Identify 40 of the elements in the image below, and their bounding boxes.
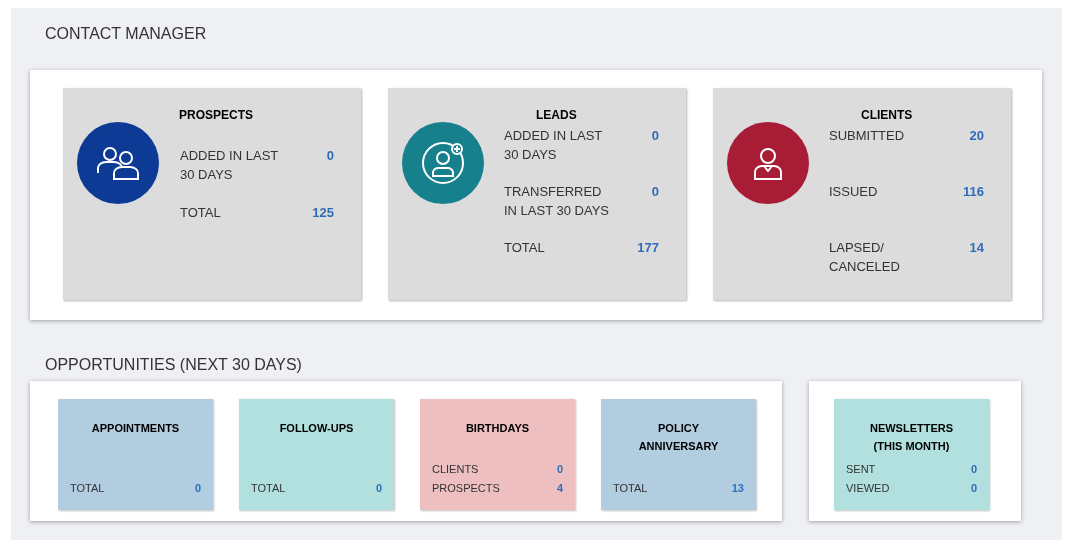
- stat-label: ADDED IN LAST 30 DAYS: [504, 127, 603, 164]
- stat-value: 125: [312, 204, 335, 222]
- stat-value: 0: [970, 481, 977, 496]
- stat-value: 0: [556, 462, 563, 477]
- stat-value: 14: [969, 239, 985, 257]
- card-title: FOLLOW-UPS: [278, 421, 355, 436]
- section-title: OPPORTUNITIES (NEXT 30 DAYS): [44, 355, 303, 375]
- card-title: APPOINTMENTS: [90, 421, 181, 436]
- stat-value: 0: [651, 183, 660, 201]
- stat-value: 0: [194, 481, 201, 496]
- stat-value: 177: [637, 239, 660, 257]
- stat-label: TRANSFERRED IN LAST 30 DAYS: [504, 183, 610, 220]
- stat-value: 0: [651, 127, 660, 145]
- stat-label: SENT: [846, 462, 876, 477]
- stat-label: VIEWED: [846, 481, 890, 496]
- card-title: LEADS: [535, 107, 578, 124]
- stat-value: 13: [731, 481, 744, 496]
- stat-label: TOTAL: [251, 481, 286, 496]
- stat-label: PROSPECTS: [432, 481, 500, 496]
- section-title: CONTACT MANAGER: [44, 24, 208, 44]
- card-title: NEWSLETTERS (THIS MONTH): [868, 421, 955, 454]
- stat-value: 0: [326, 147, 335, 165]
- stat-value: 116: [963, 183, 985, 201]
- stat-label: CLIENTS: [432, 462, 479, 477]
- stat-value: 0: [970, 462, 977, 477]
- stat-label: ISSUED: [829, 183, 879, 201]
- stat-label: TOTAL: [613, 481, 648, 496]
- stat-label: LAPSED/ CANCELED: [829, 239, 901, 276]
- stat-label: TOTAL: [70, 481, 105, 496]
- card-title: POLICY ANNIVERSARY: [637, 421, 720, 454]
- card-title: PROSPECTS: [179, 107, 254, 124]
- stat-label: ADDED IN LAST 30 DAYS: [180, 147, 279, 184]
- stat-label: SUBMITTED: [829, 127, 906, 145]
- stat-label: TOTAL: [504, 239, 546, 257]
- card-title: CLIENTS: [860, 107, 914, 124]
- stat-label: TOTAL: [180, 204, 222, 222]
- card-title: BIRTHDAYS: [464, 421, 531, 436]
- stat-value: 4: [556, 481, 563, 496]
- stat-value: 0: [375, 481, 382, 496]
- stat-value: 20: [969, 127, 985, 145]
